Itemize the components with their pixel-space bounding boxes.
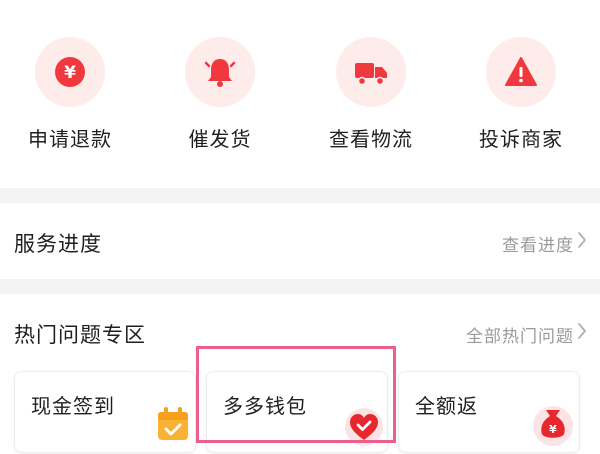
- all-hot-questions-link[interactable]: 全部热门问题: [466, 322, 574, 347]
- truck-icon: [355, 63, 387, 86]
- complain-merchant-button[interactable]: 投诉商家: [461, 37, 581, 152]
- hot-questions-title: 热门问题专区: [14, 323, 146, 347]
- service-progress-title: 服务进度: [14, 232, 102, 256]
- calendar-check-icon: [158, 407, 188, 440]
- yen-coin-icon: ¥: [55, 57, 85, 87]
- view-logistics-label: 查看物流: [329, 127, 413, 151]
- view-logistics-button[interactable]: 查看物流: [311, 37, 431, 152]
- service-progress-row[interactable]: 服务进度 查看进度: [0, 203, 600, 279]
- full-refund-label: 全额返: [415, 394, 478, 418]
- view-progress-link[interactable]: 查看进度: [502, 231, 574, 256]
- hot-questions-section: 热门问题专区 全部热门问题 现金签到 多多钱包 全额返 ¥: [0, 294, 600, 454]
- svg-text:¥: ¥: [64, 63, 76, 83]
- cash-checkin-card[interactable]: 现金签到: [14, 371, 196, 453]
- bell-icon: [204, 59, 236, 87]
- duoduo-wallet-label: 多多钱包: [223, 394, 307, 418]
- refund-request-button[interactable]: ¥ 申请退款: [10, 37, 130, 152]
- refund-request-label: 申请退款: [28, 127, 112, 151]
- complain-merchant-icon-circle: [486, 37, 556, 107]
- quick-actions-panel: ¥ 申请退款 催发货 查看物流 投诉商家: [0, 0, 600, 188]
- svg-text:¥: ¥: [549, 423, 557, 436]
- warning-icon: [505, 57, 537, 86]
- refund-icon-circle: ¥: [35, 37, 105, 107]
- urge-shipping-icon-circle: [185, 37, 255, 107]
- urge-shipping-label: 催发货: [188, 127, 252, 151]
- urge-shipping-button[interactable]: 催发货: [160, 37, 280, 152]
- cash-checkin-label: 现金签到: [31, 394, 115, 418]
- view-logistics-icon-circle: [336, 37, 406, 107]
- chevron-right-icon[interactable]: [577, 322, 587, 340]
- complain-merchant-label: 投诉商家: [479, 127, 563, 151]
- money-bag-icon: ¥: [533, 406, 573, 446]
- full-refund-card[interactable]: 全额返 ¥: [398, 371, 580, 453]
- chevron-right-icon[interactable]: [577, 231, 587, 249]
- duoduo-wallet-card[interactable]: 多多钱包: [206, 371, 388, 453]
- heart-wallet-icon: [345, 408, 383, 446]
